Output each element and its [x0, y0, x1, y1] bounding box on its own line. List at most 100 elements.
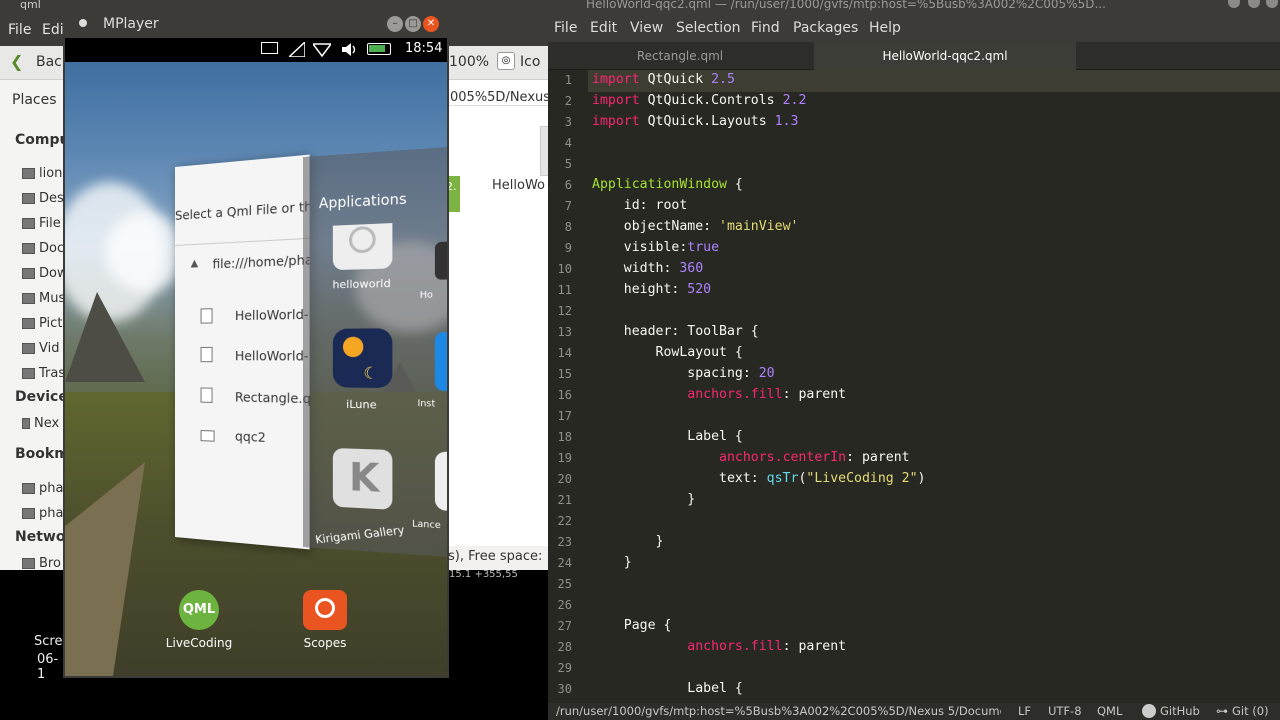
pictures-icon	[22, 317, 35, 329]
sidebar-item-filesystem[interactable]: File	[22, 213, 61, 233]
status-fragment: 15.1 +355,55	[449, 570, 518, 580]
file-item-helloworld[interactable]: HelloWo	[492, 178, 545, 193]
status-git[interactable]: Git (0)	[1232, 703, 1269, 720]
phone-icon	[22, 417, 30, 429]
network-icon	[22, 557, 35, 569]
trash-icon	[22, 367, 35, 379]
sidebar-item-documents[interactable]: Doc	[22, 238, 64, 258]
menu-packages[interactable]: Packages	[793, 20, 858, 36]
menu-edit[interactable]: Edit	[590, 20, 617, 36]
helloworld-app-icon[interactable]	[332, 223, 393, 271]
sidebar-item-nexus[interactable]: Nex	[22, 413, 59, 433]
bookmark-folder-icon	[22, 482, 35, 494]
file-picker-item-3[interactable]: Rectangle.q	[235, 390, 311, 406]
places-sidebar: Places Compu lion Des File Doc Dow Mus P…	[0, 80, 69, 570]
menu-view[interactable]: View	[630, 20, 663, 36]
desktop-icon	[22, 192, 35, 204]
status-grammar[interactable]: QML	[1097, 703, 1122, 720]
sidebar-item-pictures[interactable]: Pict	[22, 313, 62, 333]
file-picker-card[interactable]: Select a Qml File or th ▲ file:///home/p…	[175, 154, 311, 550]
code-line-7: id: root	[592, 198, 688, 213]
path-bar[interactable]: 005%5D/Nexus	[448, 80, 550, 106]
desktop-label-1: Scre	[34, 634, 63, 649]
menu-find[interactable]: Find	[751, 20, 780, 36]
applications-scope-card[interactable]: Applications helloworld ☾ iLune K Kiriga…	[303, 146, 447, 558]
file-picker-item-2[interactable]: HelloWorld-	[235, 349, 309, 364]
livecoding-app-icon[interactable]: QML	[179, 590, 219, 630]
sidebar-item-browse-network[interactable]: Bro	[22, 553, 61, 570]
sidebar-item-music[interactable]: Mus	[22, 288, 65, 308]
sidebar-item-bookmark-1[interactable]: pha	[22, 478, 63, 498]
code-line-21: }	[592, 492, 696, 507]
maximize-icon[interactable]: □	[405, 16, 421, 32]
code-line-24: }	[592, 555, 632, 570]
documents-icon	[22, 242, 35, 254]
view-mode-label[interactable]: Ico	[520, 54, 540, 70]
phone-clock: 18:54	[405, 41, 443, 56]
lance-app-icon[interactable]	[434, 451, 447, 512]
code-line-28: anchors.fill: parent	[687, 639, 847, 654]
code-line-11: height: 520	[592, 282, 712, 297]
code-line-30: Label {	[592, 681, 743, 696]
code-line-14: RowLayout {	[592, 345, 743, 360]
status-encoding[interactable]: UTF-8	[1048, 703, 1082, 720]
menu-file[interactable]: File	[8, 22, 31, 38]
sidebar-item-downloads[interactable]: Dow	[22, 263, 68, 283]
file-picker-item-1[interactable]: HelloWorld-	[235, 307, 309, 323]
code-editor-area[interactable]: import QtQuick 2.5 import QtQuick.Contro…	[548, 70, 1280, 703]
file-picker-item-4[interactable]: qqc2	[235, 429, 266, 445]
menu-selection[interactable]: Selection	[676, 20, 741, 36]
view-toggle-icon[interactable]: ◎	[497, 52, 515, 70]
sidebar-item-bookmark-2[interactable]: pha	[22, 503, 63, 523]
status-line-ending[interactable]: LF	[1018, 703, 1031, 720]
file-content-area: 2. HelloWo	[444, 106, 550, 546]
music-icon	[22, 292, 35, 304]
code-line-16: anchors.fill: parent	[687, 387, 847, 402]
menu-help[interactable]: Help	[869, 20, 901, 36]
downloads-icon	[22, 267, 35, 279]
bookmark-folder-icon	[22, 507, 35, 519]
tab-rectangle-qml[interactable]: Rectangle.qml	[548, 42, 812, 70]
sidebar-item-desktop[interactable]: Des	[22, 188, 64, 208]
sidebar-item-videos[interactable]: Vid	[22, 338, 59, 358]
mplayer-window: MPlayer – □ ✕ 18:54 Select a Qml File or…	[63, 10, 449, 678]
file-picker-path[interactable]: file:///home/pha	[213, 253, 310, 272]
ilune-app-icon[interactable]: ☾	[332, 328, 393, 389]
tab-helloworld-qml[interactable]: HelloWorld-qqc2.qml	[814, 42, 1076, 70]
volume-icon	[342, 43, 356, 56]
drive-icon	[22, 217, 35, 229]
kirigami-app-icon[interactable]: K	[332, 448, 393, 510]
window-menu-icon[interactable]	[79, 19, 87, 27]
menu-file[interactable]: File	[554, 20, 577, 36]
code-line-2: import QtQuick.Controls 2.2	[592, 93, 807, 108]
code-line-13: header: ToolBar {	[592, 324, 759, 339]
app-label-scopes: Scopes	[303, 636, 347, 650]
back-button-label[interactable]: Bac	[36, 54, 62, 70]
file-icon	[200, 346, 213, 363]
app-label-ilune: iLune	[346, 397, 377, 412]
status-github[interactable]: GitHub	[1160, 703, 1200, 720]
editor-tab-bar: Rectangle.qml HelloWorld-qqc2.qml	[548, 42, 1280, 70]
file-picker-header: Select a Qml File or th	[175, 199, 310, 223]
back-arrow-icon[interactable]: ❮	[10, 52, 23, 71]
sidebar-item-trash[interactable]: Tras	[22, 363, 65, 383]
sidebar-item-home[interactable]: lion	[22, 163, 62, 183]
menu-edit[interactable]: Edi	[42, 22, 64, 38]
home-folder-icon	[22, 167, 35, 179]
file-icon	[200, 387, 213, 403]
code-line-15: spacing: 20	[592, 366, 775, 381]
up-arrow-icon[interactable]: ▲	[191, 258, 199, 269]
github-icon	[1142, 704, 1156, 718]
status-file-path[interactable]: /run/user/1000/gvfs/mtp:host=%5Busb%3A00…	[556, 703, 1001, 720]
places-label: Places	[12, 92, 57, 108]
close-icon[interactable]: ✕	[423, 16, 439, 32]
instant-app-icon[interactable]	[434, 331, 447, 392]
sidebar-heading-network: Netwo	[15, 529, 66, 545]
app-label-helloworld: helloworld	[332, 276, 391, 292]
status-free-space: s), Free space:	[448, 546, 550, 570]
signal-icon	[289, 42, 305, 57]
code-line-27: Page {	[592, 618, 672, 633]
app-label-livecoding: LiveCoding	[165, 636, 233, 650]
scopes-app-icon[interactable]	[303, 590, 347, 630]
minimize-icon[interactable]: –	[387, 16, 403, 32]
